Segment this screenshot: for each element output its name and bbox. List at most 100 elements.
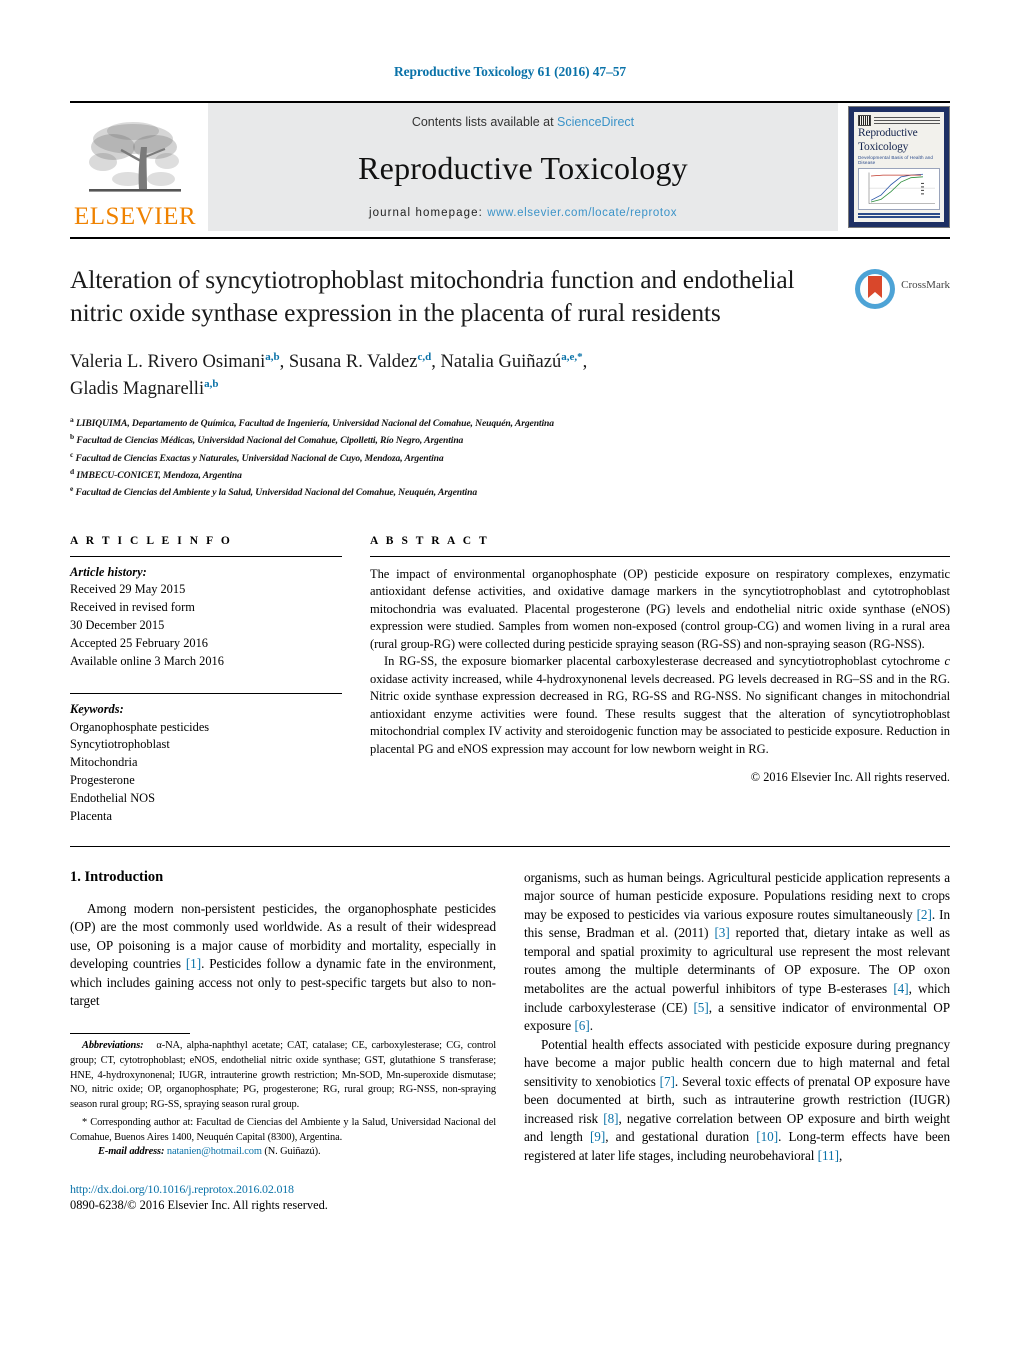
history-item: 30 December 2015 [70, 618, 165, 633]
article-history-label: Article history: [70, 564, 147, 579]
footer-block: http://dx.doi.org/10.1016/j.reprotox.201… [70, 1182, 496, 1213]
keyword-item: Placenta [70, 808, 112, 823]
author-name: Gladis Magnarelli [70, 378, 205, 399]
affiliation-item: d IMBECU-CONICET, Mendoza, Argentina [70, 466, 950, 483]
crossmark-badge[interactable]: CrossMark [840, 263, 950, 329]
corresponding-author-footnote: * Corresponding author at: Facultad de C… [70, 1116, 496, 1146]
journal-masthead: ELSEVIER Contents lists available at Sci… [70, 103, 950, 231]
sciencedirect-link[interactable]: ScienceDirect [557, 115, 634, 129]
keyword-item: Organophosphate pesticides [70, 719, 210, 734]
affiliation-mark: c [70, 449, 74, 459]
corresponding-author-text: * Corresponding author at: Facultad de C… [70, 1116, 496, 1143]
page-title: Alteration of syncytiotrophoblast mitoch… [70, 265, 795, 328]
intro-left-text: Among modern non-persistent pesticides, … [70, 900, 496, 1009]
intro-paragraph-right-1: organisms, such as human beings. Agricul… [524, 869, 950, 1036]
author-marks: a,b [204, 377, 219, 390]
author-name: Susana R. Valdez [288, 352, 418, 373]
keyword-item: Progesterone [70, 773, 135, 788]
journal-homepage-line: journal homepage: www.elsevier.com/locat… [369, 207, 677, 219]
section-heading-introduction: 1. Introduction [70, 868, 164, 885]
abstract-paragraph: In RG-SS, the exposure biomarker placent… [370, 654, 950, 756]
email-suffix: (N. Guiñazú). [264, 1146, 321, 1158]
cover-title-line2: Toxicology [858, 140, 909, 153]
elsevier-logo: ELSEVIER [70, 103, 200, 231]
affiliation-text: IMBECU-CONICET, Mendoza, Argentina [76, 470, 242, 482]
elsevier-tree-icon [89, 122, 181, 192]
cover-dashes [874, 115, 940, 124]
elsevier-wordmark: ELSEVIER [73, 203, 197, 230]
keyword-item: Mitochondria [70, 755, 138, 770]
author-list: Valeria L. Rivero Osimania,b, Susana R. … [70, 351, 588, 399]
keyword-item: Endothelial NOS [70, 790, 156, 805]
info-abstract-row: A R T I C L E I N F O Article history: R… [70, 535, 950, 826]
affiliation-text: Facultad de Ciencias Exactas y Naturales… [75, 452, 444, 464]
journal-title: Reproductive Toxicology [358, 149, 688, 186]
homepage-prefix: journal homepage: [368, 207, 488, 219]
affiliation-mark: d [70, 466, 75, 476]
affiliation-text: Facultad de Ciencias Médicas, Universida… [76, 435, 464, 447]
keywords-block: Keywords: Organophosphate pesticides Syn… [70, 701, 342, 826]
abstract-paragraph: The impact of environmental organophosph… [370, 566, 950, 651]
masthead-divider [70, 237, 950, 239]
author-marks: a,b [265, 351, 280, 364]
affiliation-list: a LIBIQUIMA, Departamento de Química, Fa… [70, 414, 950, 501]
keywords-label: Keywords: [70, 701, 124, 716]
cover-chart-thumb [858, 168, 940, 210]
cover-title-line1: Reproductive [858, 127, 918, 139]
intro-right-text-2: Potential health effects associated with… [524, 1036, 950, 1163]
author-marks: a,e,* [561, 351, 583, 364]
history-item: Available online 3 March 2016 [70, 653, 224, 668]
running-head: Reproductive Toxicology 61 (2016) 47–57 [393, 64, 627, 79]
affiliation-item: a LIBIQUIMA, Departamento de Química, Fa… [70, 414, 950, 431]
intro-right-text-1: organisms, such as human beings. Agricul… [524, 869, 950, 1034]
crossmark-label: CrossMark [901, 279, 950, 291]
abstract-divider [370, 555, 950, 557]
abbreviations-footnote: Abbreviations: α-NA, alpha-naphthyl acet… [70, 1039, 496, 1113]
cover-subtitle: Developmental Basis of Health and Diseas… [858, 155, 934, 165]
title-block: Alteration of syncytiotrophoblast mitoch… [70, 263, 950, 329]
affiliation-item: e Facultad de Ciencias del Ambiente y la… [70, 483, 950, 500]
email-label: E-mail address: [98, 1146, 165, 1158]
keywords-divider [70, 692, 342, 694]
body-left-column: 1. Introduction Among modern non-persist… [70, 869, 496, 1213]
article-info-column: A R T I C L E I N F O Article history: R… [70, 535, 342, 826]
journal-cover-thumbnail: Reproductive Toxicology Developmental Ba… [848, 106, 950, 228]
cover-barcode-icon [858, 115, 871, 126]
author-name: Valeria L. Rivero Osimani [70, 352, 266, 373]
article-page: Reproductive Toxicology 61 (2016) 47–57 [0, 0, 1020, 1351]
crossmark-icon [855, 269, 896, 309]
history-item: Accepted 25 February 2016 [70, 635, 208, 650]
cover-footer-lines [858, 213, 940, 219]
affiliation-item: c Facultad de Ciencias Exactas y Natural… [70, 449, 950, 466]
issn-copyright: 0890-6238/© 2016 Elsevier Inc. All right… [70, 1198, 328, 1213]
abstract-column: A B S T R A C T The impact of environmen… [370, 535, 950, 826]
contents-prefix: Contents lists available at [411, 115, 558, 129]
contents-line: Contents lists available at ScienceDirec… [412, 115, 634, 129]
article-info-divider [70, 555, 342, 557]
article-info-heading: A R T I C L E I N F O [70, 534, 233, 547]
affiliation-mark: b [70, 432, 75, 442]
intro-paragraph-right-2: Potential health effects associated with… [524, 1036, 950, 1166]
body-right-column: organisms, such as human beings. Agricul… [524, 869, 950, 1213]
homepage-url-link[interactable]: www.elsevier.com/locate/reprotox [487, 207, 677, 219]
intro-paragraph-left: Among modern non-persistent pesticides, … [70, 900, 496, 1011]
abstract-copyright: © 2016 Elsevier Inc. All rights reserved… [750, 770, 950, 785]
history-item: Received in revised form [70, 600, 195, 615]
journal-band: Contents lists available at ScienceDirec… [208, 103, 838, 231]
affiliation-text: LIBIQUIMA, Departamento de Química, Facu… [75, 418, 554, 429]
affiliation-mark: a [70, 414, 74, 424]
doi-link[interactable]: http://dx.doi.org/10.1016/j.reprotox.201… [70, 1182, 496, 1197]
email-link[interactable]: natanien@hotmail.com [167, 1146, 262, 1157]
abstract-bottom-divider [70, 845, 950, 847]
abstract-body: The impact of environmental organophosph… [370, 566, 950, 759]
affiliation-item: b Facultad de Ciencias Médicas, Universi… [70, 431, 950, 448]
author-name: Natalia Guiñazú [440, 352, 562, 373]
affiliation-text: Facultad de Ciencias del Ambiente y la S… [75, 487, 478, 499]
author-marks: c,d [417, 351, 432, 364]
history-item: Received 29 May 2015 [70, 582, 186, 597]
article-history: Article history: Received 29 May 2015 Re… [70, 564, 342, 671]
footnote-divider [70, 1032, 190, 1034]
affiliation-mark: e [70, 484, 74, 494]
body-columns: 1. Introduction Among modern non-persist… [70, 869, 950, 1213]
keyword-item: Syncytiotrophoblast [70, 737, 170, 752]
